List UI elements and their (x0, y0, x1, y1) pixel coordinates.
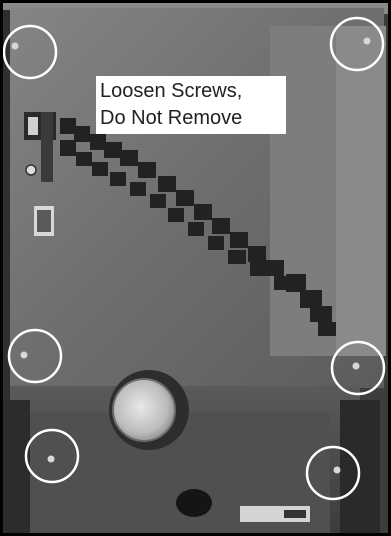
switch-slot (28, 117, 38, 135)
switch-column (41, 112, 53, 182)
connector-slot (284, 510, 306, 518)
instruction-caption: Loosen Screws, Do Not Remove (96, 76, 286, 134)
indicator-icon (25, 164, 37, 176)
caption-line-1: Loosen Screws, (100, 80, 243, 102)
lower-right-post (340, 400, 380, 536)
caption-line-2: Do Not Remove (100, 107, 243, 129)
side-bracket-edge (336, 26, 386, 356)
lower-left-post (0, 400, 30, 536)
lower-hole (176, 489, 212, 517)
terminal-stripe (37, 210, 51, 232)
